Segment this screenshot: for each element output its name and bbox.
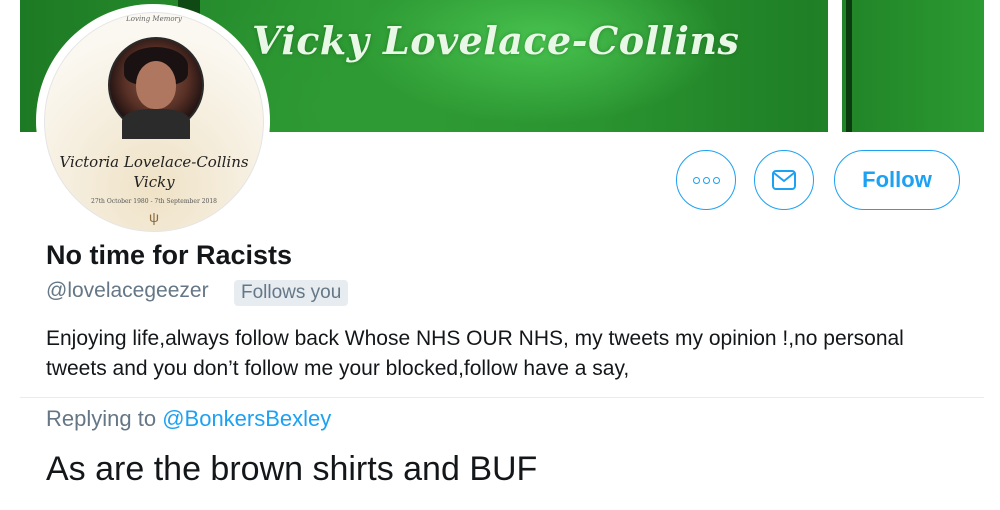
avatar[interactable]: Loving Memory Victoria Lovelace-Collins …: [40, 8, 266, 234]
profile-handle[interactable]: @lovelacegeezer: [46, 279, 209, 303]
follows-you-badge: Follows you: [234, 280, 349, 306]
profile-display-name: No time for Racists: [46, 240, 293, 270]
more-horizontal-icon: [692, 176, 720, 184]
replying-to-label: Replying to: [46, 406, 157, 431]
avatar-name-line2: Vicky: [133, 173, 175, 191]
avatar-name-line1: Victoria Lovelace-Collins: [59, 153, 249, 171]
replying-to-line: Replying to @BonkersBexley: [46, 406, 331, 432]
envelope-icon: [772, 170, 796, 190]
avatar-photo: [108, 37, 204, 139]
avatar-dates: 27th October 1980 - 7th September 2018: [91, 198, 217, 205]
banner-decoration: [828, 0, 842, 132]
avatar-memory-text: Loving Memory: [126, 15, 182, 23]
replying-to-mention[interactable]: @BonkersBexley: [162, 406, 331, 431]
banner-title: Vicky Lovelace-Collins: [252, 18, 740, 63]
avatar-image: Loving Memory Victoria Lovelace-Collins …: [44, 12, 264, 232]
follow-button[interactable]: Follow: [834, 150, 960, 210]
more-button[interactable]: [676, 150, 736, 210]
tweet-text: As are the brown shirts and BUF: [46, 450, 538, 488]
profile-bio: Enjoying life,always follow back Whose N…: [46, 327, 904, 380]
message-button[interactable]: [754, 150, 814, 210]
banner-decoration: [846, 0, 852, 132]
divider: [20, 397, 984, 398]
antler-icon: ψ: [149, 209, 159, 225]
